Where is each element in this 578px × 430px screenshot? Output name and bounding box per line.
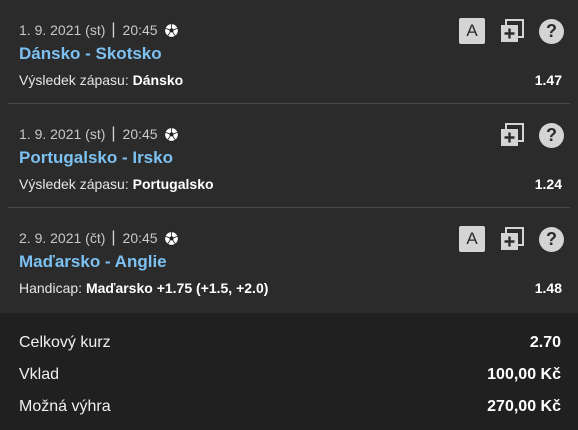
separator: | (111, 21, 116, 38)
market-label: Handicap: (19, 280, 83, 296)
add-copy-icon[interactable] (499, 122, 525, 148)
bet-actions: A ? (459, 226, 564, 252)
bet-odds: 1.24 (534, 176, 562, 192)
a-button[interactable]: A (459, 18, 485, 44)
bet-item: 1. 9. 2021 (st) | 20:45 Dánsko - Skotsko… (8, 0, 570, 104)
bet-datetime: 1. 9. 2021 (st) | 20:45 (19, 125, 179, 143)
bet-market: Handicap: Maďarsko +1.75 (+1.5, +2.0) (19, 280, 268, 296)
a-button[interactable]: A (459, 226, 485, 252)
separator: | (111, 229, 116, 246)
market-selection: Maďarsko +1.75 (+1.5, +2.0) (85, 280, 269, 296)
stake-value: 100,00 Kč (487, 366, 561, 383)
help-button[interactable]: ? (539, 226, 564, 252)
bet-slip-list: 1. 9. 2021 (st) | 20:45 Dánsko - Skotsko… (0, 0, 578, 312)
total-odds-label: Celkový kurz (19, 334, 111, 351)
bet-odds: 1.48 (534, 280, 562, 296)
market-label: Výsledek zápasu: (19, 176, 129, 192)
bet-item: 2. 9. 2021 (čt) | 20:45 Maďarsko - Angli… (8, 208, 570, 312)
soccer-ball-icon (163, 230, 179, 246)
bet-odds: 1.47 (534, 72, 562, 88)
add-copy-icon[interactable] (499, 18, 525, 44)
bet-summary: Celkový kurz 2.70 Vklad 100,00 Kč Možná … (0, 313, 578, 430)
soccer-ball-icon (163, 126, 179, 142)
add-copy-icon[interactable] (499, 226, 525, 252)
bet-date: 1. 9. 2021 (st) (19, 126, 106, 142)
possible-win-label: Možná výhra (19, 398, 111, 415)
bet-time: 20:45 (122, 230, 158, 246)
soccer-ball-icon (163, 22, 179, 38)
match-link[interactable]: Dánsko - Skotsko (19, 44, 162, 64)
bet-actions: ? (499, 122, 564, 148)
help-button[interactable]: ? (539, 122, 564, 148)
bet-datetime: 2. 9. 2021 (čt) | 20:45 (19, 229, 179, 247)
bet-datetime: 1. 9. 2021 (st) | 20:45 (19, 21, 179, 39)
market-selection: Dánsko (132, 72, 184, 88)
match-link[interactable]: Portugalsko - Irsko (19, 148, 173, 168)
bet-date: 1. 9. 2021 (st) (19, 22, 106, 38)
possible-win-row: Možná výhra 270,00 Kč (19, 398, 561, 416)
bet-time: 20:45 (122, 22, 158, 38)
bet-time: 20:45 (122, 126, 158, 142)
total-odds-row: Celkový kurz 2.70 (19, 334, 561, 352)
bet-actions: A ? (459, 18, 564, 44)
bet-market: Výsledek zápasu: Portugalsko (19, 176, 214, 192)
possible-win-value: 270,00 Kč (487, 398, 561, 415)
stake-label: Vklad (19, 366, 60, 383)
match-link[interactable]: Maďarsko - Anglie (19, 252, 167, 272)
bet-item: 1. 9. 2021 (st) | 20:45 Portugalsko - Ir… (8, 104, 570, 208)
market-label: Výsledek zápasu: (19, 72, 129, 88)
bet-date: 2. 9. 2021 (čt) (19, 230, 106, 246)
stake-row: Vklad 100,00 Kč (19, 366, 561, 384)
market-selection: Portugalsko (132, 176, 214, 192)
help-button[interactable]: ? (539, 18, 564, 44)
total-odds-value: 2.70 (529, 334, 561, 351)
bet-market: Výsledek zápasu: Dánsko (19, 72, 183, 88)
separator: | (111, 125, 116, 142)
